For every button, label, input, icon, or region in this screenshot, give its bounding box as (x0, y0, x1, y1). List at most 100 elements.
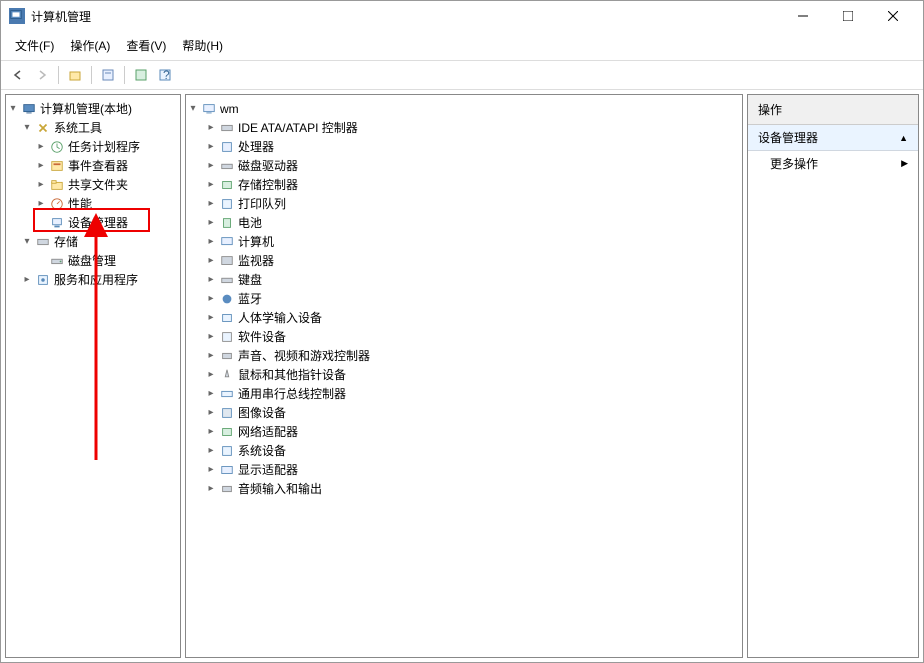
action-more-actions[interactable]: 更多操作 ▶ (748, 151, 918, 176)
menu-view[interactable]: 查看(V) (118, 33, 174, 58)
device-category[interactable]: ▸音频输入和输出 (186, 479, 742, 498)
category-icon (219, 481, 235, 497)
category-icon (219, 424, 235, 440)
menu-help[interactable]: 帮助(H) (174, 33, 231, 58)
chevron-right-icon[interactable]: ▸ (204, 463, 218, 477)
disk-icon (49, 253, 65, 269)
device-category[interactable]: ▸声音、视频和游戏控制器 (186, 346, 742, 365)
window-title: 计算机管理 (31, 8, 780, 25)
category-icon (219, 158, 235, 174)
device-category[interactable]: ▸通用串行总线控制器 (186, 384, 742, 403)
category-icon (219, 310, 235, 326)
device-category[interactable]: ▸系统设备 (186, 441, 742, 460)
device-category[interactable]: ▸图像设备 (186, 403, 742, 422)
chevron-right-icon[interactable]: ▸ (20, 273, 34, 287)
action-device-manager[interactable]: 设备管理器 ▲ (748, 125, 918, 151)
chevron-right-icon[interactable]: ▸ (204, 425, 218, 439)
tree-disk-management[interactable]: 磁盘管理 (6, 251, 180, 270)
tree-storage[interactable]: ▾ 存储 (6, 232, 180, 251)
device-category[interactable]: ▸ 电池 (186, 213, 742, 232)
chevron-right-icon[interactable]: ▸ (34, 197, 48, 211)
refresh-button[interactable] (130, 64, 152, 86)
services-icon (35, 272, 51, 288)
chevron-right-icon[interactable]: ▸ (204, 254, 218, 268)
computer-icon (21, 101, 37, 117)
clock-icon (49, 139, 65, 155)
tree-label: 存储 (54, 233, 78, 250)
tree-shared-folders[interactable]: ▸ 共享文件夹 (6, 175, 180, 194)
tree-services-apps[interactable]: ▸ 服务和应用程序 (6, 270, 180, 289)
device-category[interactable]: ▸磁盘驱动器 (186, 156, 742, 175)
device-category[interactable]: ▸键盘 (186, 270, 742, 289)
chevron-right-icon[interactable]: ▸ (204, 482, 218, 496)
device-category[interactable]: ▸打印队列 (186, 194, 742, 213)
tree-computer-management[interactable]: ▾ 计算机管理(本地) (6, 99, 180, 118)
chevron-down-icon[interactable]: ▾ (20, 121, 34, 135)
tools-icon (35, 120, 51, 136)
menu-file[interactable]: 文件(F) (7, 33, 62, 58)
chevron-right-icon[interactable]: ▸ (204, 216, 218, 230)
menu-action[interactable]: 操作(A) (62, 33, 118, 58)
up-button[interactable] (64, 64, 86, 86)
tree-label: 监视器 (238, 252, 274, 269)
device-category[interactable]: ▸鼠标和其他指针设备 (186, 365, 742, 384)
help-button[interactable]: ? (154, 64, 176, 86)
device-category[interactable]: ▸软件设备 (186, 327, 742, 346)
device-category[interactable]: ▸存储控制器 (186, 175, 742, 194)
forward-button[interactable] (31, 64, 53, 86)
tree-event-viewer[interactable]: ▸ 事件查看器 (6, 156, 180, 175)
chevron-right-icon[interactable]: ▸ (34, 159, 48, 173)
properties-button[interactable] (97, 64, 119, 86)
minimize-button[interactable] (780, 1, 825, 31)
device-tree-panel: ▾ wm ▸IDE ATA/ATAPI 控制器▸处理器▸磁盘驱动器▸存储控制器▸… (185, 94, 743, 658)
device-category[interactable]: ▸IDE ATA/ATAPI 控制器 (186, 118, 742, 137)
chevron-down-icon[interactable]: ▾ (186, 102, 200, 116)
device-category[interactable]: ▸处理器 (186, 137, 742, 156)
back-button[interactable] (7, 64, 29, 86)
device-icon (49, 215, 65, 231)
chevron-right-icon[interactable]: ▸ (204, 140, 218, 154)
tree-task-scheduler[interactable]: ▸ 任务计划程序 (6, 137, 180, 156)
chevron-down-icon[interactable]: ▾ (6, 102, 20, 116)
chevron-right-icon[interactable]: ▸ (204, 330, 218, 344)
chevron-right-icon[interactable]: ▸ (204, 121, 218, 135)
chevron-right-icon[interactable]: ▸ (204, 235, 218, 249)
tree-performance[interactable]: ▸ 性能 (6, 194, 180, 213)
chevron-right-icon[interactable]: ▸ (34, 178, 48, 192)
tree-label: 服务和应用程序 (54, 271, 138, 288)
chevron-right-icon[interactable]: ▸ (34, 140, 48, 154)
chevron-down-icon[interactable]: ▾ (20, 235, 34, 249)
category-icon (219, 253, 235, 269)
navigation-tree: ▾ 计算机管理(本地) ▾ 系统工具 ▸ 任务计划程序 ▸ 事件查看器 ▸ (6, 95, 180, 293)
chevron-right-icon[interactable]: ▸ (204, 311, 218, 325)
navigation-tree-panel: ▾ 计算机管理(本地) ▾ 系统工具 ▸ 任务计划程序 ▸ 事件查看器 ▸ (5, 94, 181, 658)
tree-label: 事件查看器 (68, 157, 128, 174)
chevron-right-icon[interactable]: ▸ (204, 178, 218, 192)
chevron-right-icon[interactable]: ▸ (204, 349, 218, 363)
tree-label: 电池 (238, 214, 262, 231)
device-category[interactable]: ▸显示适配器 (186, 460, 742, 479)
close-button[interactable] (870, 1, 915, 31)
chevron-right-icon[interactable]: ▸ (204, 159, 218, 173)
device-root[interactable]: ▾ wm (186, 99, 742, 118)
tree-system-tools[interactable]: ▾ 系统工具 (6, 118, 180, 137)
svg-text:?: ? (163, 68, 170, 82)
chevron-right-icon[interactable]: ▸ (204, 197, 218, 211)
toolbar-separator (124, 66, 125, 84)
chevron-right-icon[interactable]: ▸ (204, 444, 218, 458)
device-category[interactable]: ▸蓝牙 (186, 289, 742, 308)
chevron-right-icon[interactable]: ▸ (204, 387, 218, 401)
chevron-right-icon[interactable]: ▸ (204, 368, 218, 382)
chevron-right-icon[interactable]: ▸ (204, 273, 218, 287)
device-category[interactable]: ▸人体学输入设备 (186, 308, 742, 327)
device-category[interactable]: ▸ 监视器 (186, 251, 742, 270)
category-icon (219, 462, 235, 478)
tree-device-manager[interactable]: 设备管理器 (6, 213, 180, 232)
maximize-button[interactable] (825, 1, 870, 31)
device-category[interactable]: ▸网络适配器 (186, 422, 742, 441)
tree-label: 设备管理器 (68, 214, 128, 231)
chevron-right-icon[interactable]: ▸ (204, 406, 218, 420)
chevron-right-icon[interactable]: ▸ (204, 292, 218, 306)
folder-icon (49, 177, 65, 193)
device-category[interactable]: ▸计算机 (186, 232, 742, 251)
